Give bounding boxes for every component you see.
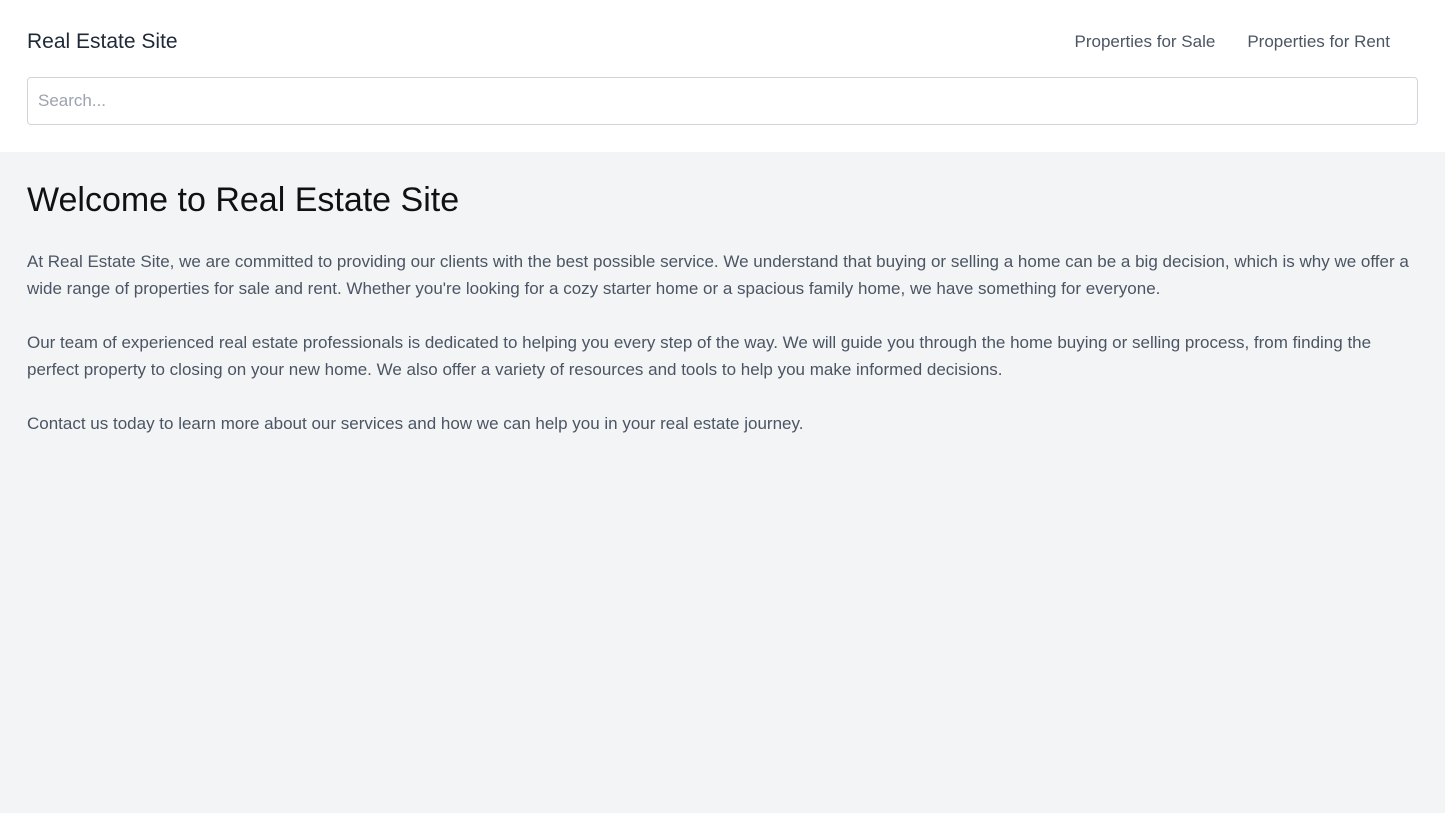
main-nav: Properties for Sale Properties for Rent	[1043, 32, 1390, 52]
page-title: Welcome to Real Estate Site	[27, 181, 460, 219]
site-logo-link[interactable]: Real Estate Site	[27, 30, 178, 54]
intro-paragraph: At Real Estate Site, we are committed to…	[27, 252, 1409, 298]
nav-link-properties-for-rent[interactable]: Properties for Rent	[1247, 32, 1390, 52]
team-paragraph: Our team of experienced real estate prof…	[27, 333, 1372, 379]
search-container	[27, 77, 1418, 125]
contact-paragraph: Contact us today to learn more about our…	[27, 414, 804, 433]
nav-link-properties-for-sale[interactable]: Properties for Sale	[1075, 32, 1216, 52]
nav-bar: Real Estate Site Properties for Sale Pro…	[27, 0, 1418, 84]
search-input[interactable]	[27, 77, 1418, 125]
site-header: Real Estate Site Properties for Sale Pro…	[0, 0, 1445, 152]
main-content: Welcome to Real Estate Site At Real Esta…	[0, 152, 1445, 437]
